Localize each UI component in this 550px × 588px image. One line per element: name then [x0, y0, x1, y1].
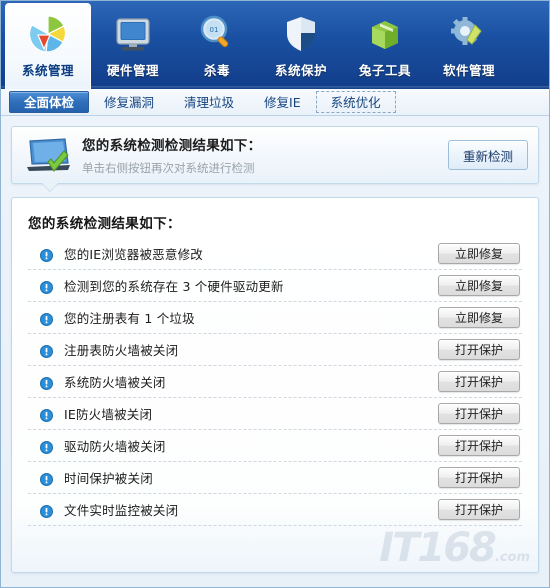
warning-icon	[40, 407, 53, 422]
result-row: 时间保护被关闭 打开保护	[28, 462, 522, 494]
warning-icon	[40, 503, 53, 518]
result-action-button[interactable]: 立即修复	[438, 243, 520, 264]
warning-icon	[40, 375, 53, 390]
result-row: 系统防火墙被关闭 打开保护	[28, 366, 522, 398]
nav-item-label: 系统保护	[274, 63, 327, 78]
result-label: 您的注册表有 1 个垃圾	[64, 311, 195, 326]
result-row: 您的IE浏览器被恶意修改 立即修复	[28, 238, 522, 270]
nav-item-hardware-management[interactable]: 硬件管理	[91, 4, 175, 86]
warning-icon	[40, 439, 53, 454]
result-action-label: 立即修复	[454, 247, 503, 261]
result-row: IE防火墙被关闭 打开保护	[28, 398, 522, 430]
result-action-label: 立即修复	[454, 311, 503, 325]
result-row: 文件实时监控被关闭 打开保护	[28, 494, 522, 526]
result-label: 注册表防火墙被关闭	[64, 343, 179, 358]
tab-label: 全面体检	[24, 95, 75, 110]
results-title: 您的系统检测结果如下：	[28, 216, 181, 232]
result-row: 注册表防火墙被关闭 打开保护	[28, 334, 522, 366]
result-action-button[interactable]: 立即修复	[438, 307, 520, 328]
nav-item-antivirus[interactable]: 01 杀毒	[175, 4, 259, 86]
status-banner: 您的系统检测检测结果如下： 单击右侧按钮再次对系统进行检测 重新检测	[11, 126, 539, 191]
rescan-button-label: 重新检测	[462, 148, 513, 164]
result-action-button[interactable]: 打开保护	[438, 371, 520, 392]
warning-icon	[40, 247, 53, 262]
tab-full-checkup[interactable]: 全面体检	[9, 91, 90, 113]
nav-item-label: 兔子工具	[358, 63, 411, 78]
nav-item-label: 系统管理	[21, 63, 74, 78]
result-row: 您的注册表有 1 个垃圾 立即修复	[28, 302, 522, 334]
magnifier-icon: 01	[194, 11, 240, 57]
results-panel-container: 您的系统检测结果如下： 您的IE浏览器被恶意修改 立即修复 检测到您的系统存在 …	[1, 184, 549, 573]
warning-icon	[40, 311, 53, 326]
result-action-label: 打开保护	[454, 407, 503, 421]
tab-system-optimization[interactable]: 系统优化	[315, 91, 396, 113]
result-action-button[interactable]: 打开保护	[438, 403, 520, 424]
green-box-icon	[362, 11, 408, 57]
watermark: IT168.com	[379, 528, 530, 568]
banner-pointer-notch	[42, 183, 58, 191]
tab-fix-vulnerabilities[interactable]: 修复漏洞	[89, 91, 169, 113]
result-label: 您的IE浏览器被恶意修改	[64, 247, 203, 262]
result-row: 检测到您的系统存在 3 个硬件驱动更新 立即修复	[28, 270, 522, 302]
monitor-check-icon	[24, 132, 76, 178]
monitor-icon	[110, 11, 156, 57]
status-banner-container: 您的系统检测检测结果如下： 单击右侧按钮再次对系统进行检测 重新检测	[1, 116, 549, 191]
shield-icon	[278, 11, 324, 57]
rescan-button[interactable]: 重新检测	[448, 140, 528, 170]
result-label: 文件实时监控被关闭	[64, 503, 179, 518]
result-label: 时间保护被关闭	[64, 471, 153, 486]
banner-title: 您的系统检测检测结果如下：	[82, 138, 262, 154]
tab-clean-junk[interactable]: 清理垃圾	[169, 91, 249, 113]
result-label: 系统防火墙被关闭	[64, 375, 166, 390]
result-action-label: 打开保护	[454, 343, 503, 357]
nav-item-system-management[interactable]: 系统管理	[5, 3, 91, 89]
result-action-button[interactable]: 打开保护	[438, 499, 520, 520]
result-action-button[interactable]: 打开保护	[438, 435, 520, 456]
tab-repair-ie[interactable]: 修复IE	[249, 91, 316, 113]
tab-label: 清理垃圾	[184, 95, 235, 110]
result-action-label: 打开保护	[454, 439, 503, 453]
result-action-button[interactable]: 立即修复	[438, 275, 520, 296]
watermark-suffix: .com	[494, 550, 530, 565]
svg-text:01: 01	[210, 26, 219, 34]
result-label: 驱动防火墙被关闭	[64, 439, 166, 454]
tab-label: 修复IE	[264, 95, 301, 110]
result-action-label: 打开保护	[454, 375, 503, 389]
nav-item-label: 硬件管理	[106, 63, 159, 78]
banner-subtitle: 单击右侧按钮再次对系统进行检测	[82, 161, 255, 175]
result-action-label: 立即修复	[454, 279, 503, 293]
application-window: 系统管理 硬件管理 01 杀毒 系统保护 兔子工具 软件管理 全面体检 修复漏洞…	[0, 0, 550, 588]
result-label: IE防火墙被关闭	[64, 407, 153, 422]
main-toolbar: 系统管理 硬件管理 01 杀毒 系统保护 兔子工具 软件管理	[1, 1, 549, 89]
warning-icon	[40, 471, 53, 486]
result-action-button[interactable]: 打开保护	[438, 339, 520, 360]
nav-item-label: 软件管理	[442, 63, 495, 78]
watermark-text: IT168	[379, 525, 497, 571]
gear-wrench-icon	[446, 11, 492, 57]
result-action-button[interactable]: 打开保护	[438, 467, 520, 488]
result-action-label: 打开保护	[454, 503, 503, 517]
warning-icon	[40, 279, 53, 294]
banner-text-group: 您的系统检测检测结果如下： 单击右侧按钮再次对系统进行检测	[76, 134, 448, 176]
nav-item-software-management[interactable]: 软件管理	[427, 4, 511, 86]
warning-icon	[40, 343, 53, 358]
nav-item-system-protection[interactable]: 系统保护	[259, 4, 343, 86]
nav-item-rabbit-tools[interactable]: 兔子工具	[343, 4, 427, 86]
nav-item-label: 杀毒	[203, 63, 230, 78]
result-action-label: 打开保护	[454, 471, 503, 485]
result-row: 驱动防火墙被关闭 打开保护	[28, 430, 522, 462]
tab-label: 系统优化	[330, 95, 381, 110]
sub-tab-bar: 全面体检 修复漏洞 清理垃圾 修复IE 系统优化	[1, 89, 549, 116]
pie-chart-icon	[25, 11, 71, 57]
tab-label: 修复漏洞	[104, 95, 155, 110]
results-panel: 您的系统检测结果如下： 您的IE浏览器被恶意修改 立即修复 检测到您的系统存在 …	[11, 197, 539, 573]
result-label: 检测到您的系统存在 3 个硬件驱动更新	[64, 279, 284, 294]
